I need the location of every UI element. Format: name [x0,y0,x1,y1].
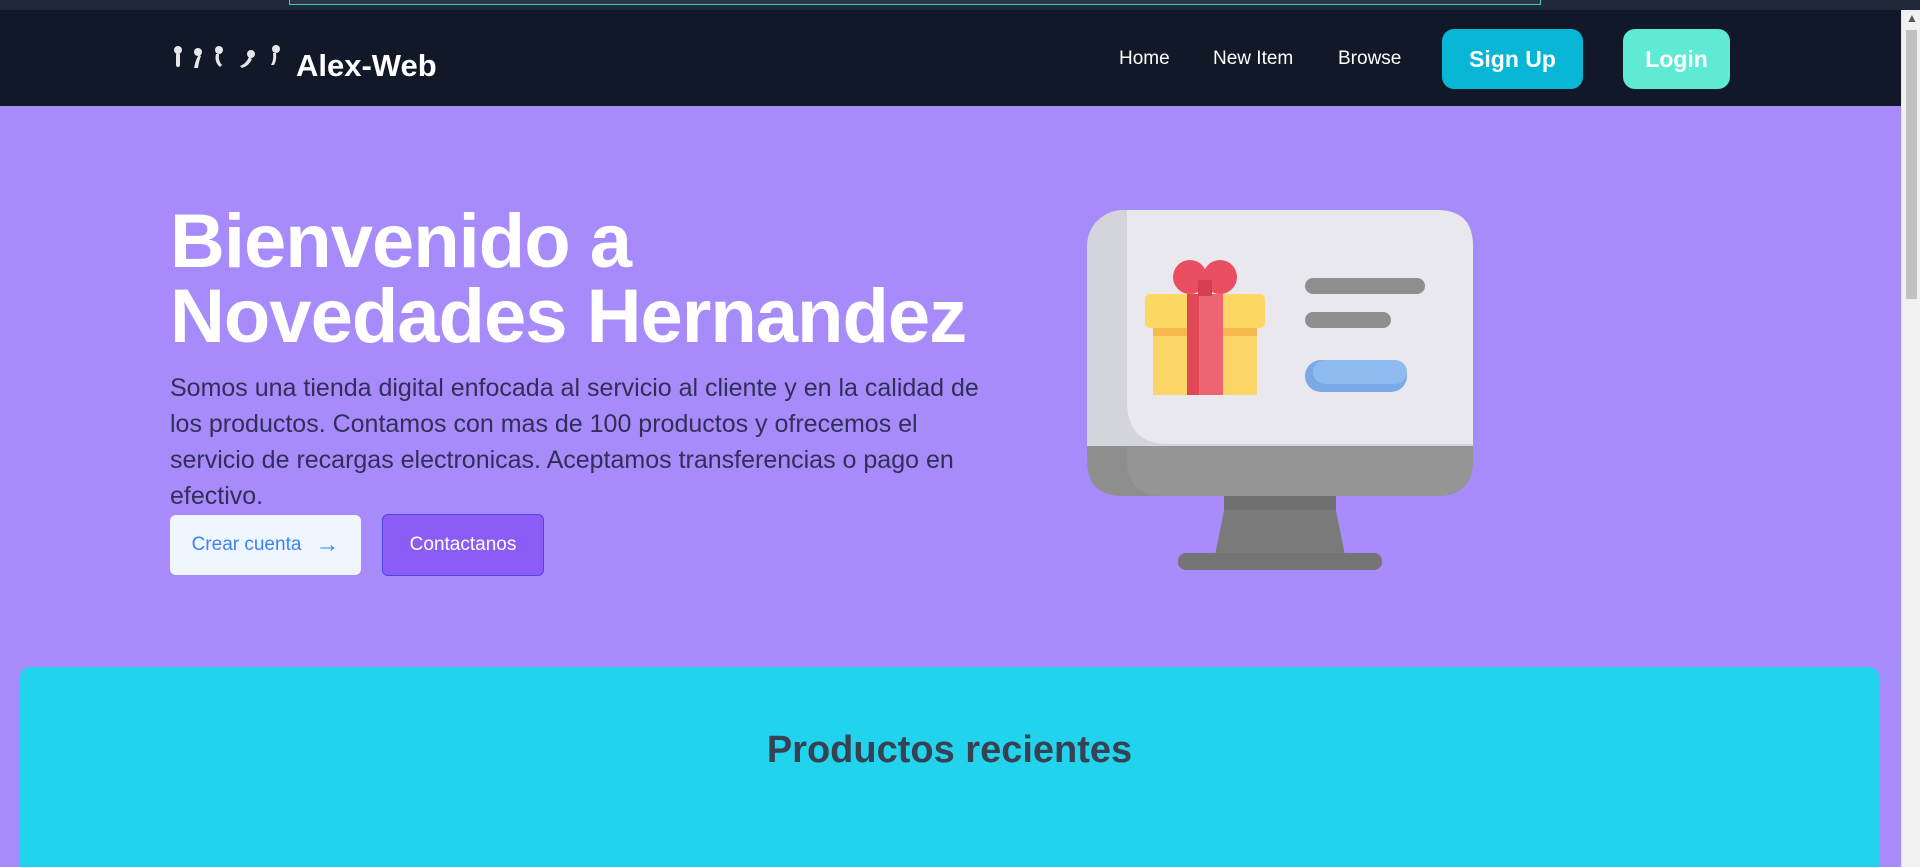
page-scrollbar[interactable]: ▲ [1901,10,1920,867]
hero-title-line2: Novedades Hernandez [170,274,967,359]
hero-title: Bienvenido a Novedades Hernandez [170,204,990,355]
scrollbar-thumb[interactable] [1906,30,1917,299]
login-button[interactable]: Login [1623,29,1730,89]
hero-description: Somos una tienda digital enfocada al ser… [170,374,979,510]
navbar: Alex-Web Home New Item Browse Sign Up Lo… [0,10,1901,106]
scroll-up-icon[interactable]: ▲ [1906,12,1918,24]
nav-link-home[interactable]: Home [1119,48,1170,70]
create-account-label: Crear cuenta [191,534,302,555]
contact-button[interactable]: Contactanos [382,514,544,576]
recent-products-section: Productos recientes [20,667,1879,867]
address-bar[interactable] [289,0,1541,5]
signup-button[interactable]: Sign Up [1442,29,1583,89]
browser-top-strip [0,0,1920,10]
nav-link-browse[interactable]: Browse [1338,48,1401,70]
arrow-right-icon: → [315,531,340,558]
products-title: Productos recientes [766,729,1133,771]
nav-link-new-item[interactable]: New Item [1213,48,1293,70]
computer-gift-icon [1087,210,1473,570]
create-account-button[interactable]: Crear cuenta → [170,515,361,575]
brand-name[interactable]: Alex-Web [296,48,437,84]
hero-title-line1: Bienvenido a [170,199,632,284]
logo-icon [174,45,280,68]
